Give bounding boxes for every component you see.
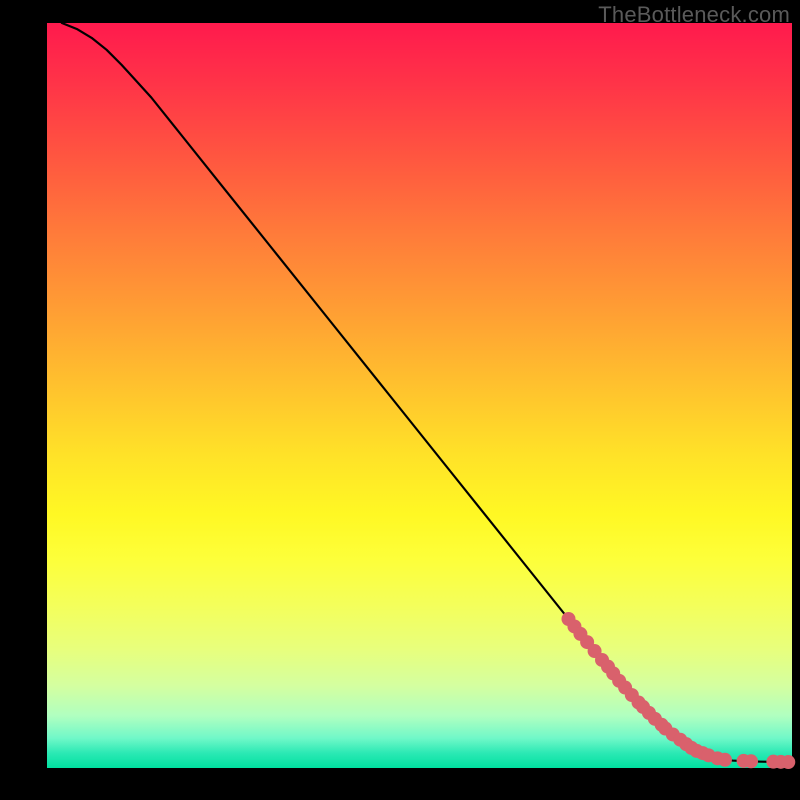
data-point: [718, 753, 732, 767]
curve-line: [62, 23, 788, 762]
data-point: [781, 755, 795, 769]
chart-frame: TheBottleneck.com: [0, 0, 800, 800]
chart-overlay: [47, 23, 792, 768]
scatter-points: [562, 612, 796, 769]
data-point: [744, 754, 758, 768]
